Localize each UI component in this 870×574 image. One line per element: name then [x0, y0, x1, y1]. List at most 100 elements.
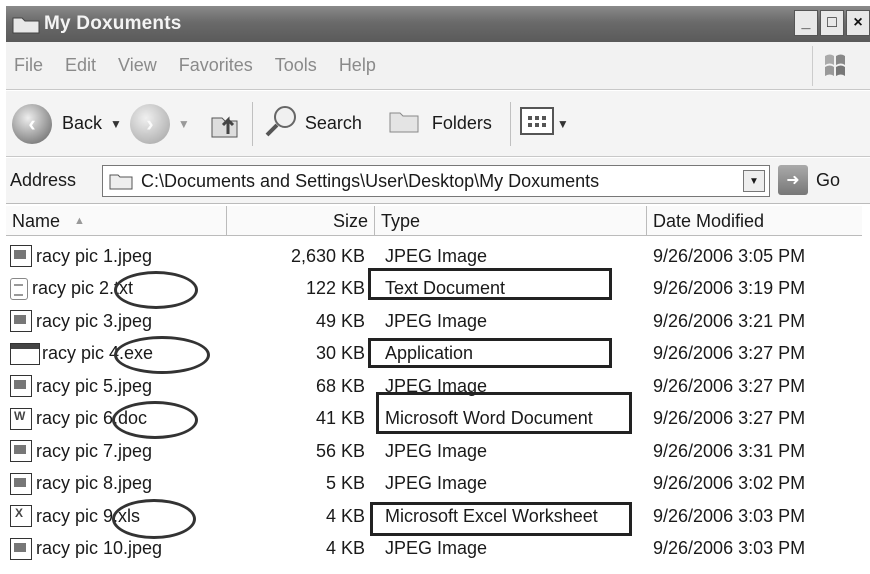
file-type: JPEG Image — [385, 473, 488, 494]
excel-file-icon — [10, 505, 32, 528]
file-date: 9/26/2006 3:27 PM — [653, 408, 806, 429]
column-name-label: Name — [12, 210, 61, 231]
column-date-modified[interactable]: Date Modified — [647, 206, 862, 236]
back-arrow-icon: ‹ — [12, 103, 52, 144]
views-button[interactable]: ▼ — [519, 105, 577, 142]
file-name: racy pic 8.jpeg — [36, 473, 153, 494]
file-type: JPEG Image — [385, 440, 488, 461]
file-row[interactable]: racy pic 10.jpeg 4 KB JPEG Image 9/26/20… — [6, 533, 862, 566]
column-header: Name ▲ Size Type Date Modified — [6, 206, 862, 236]
file-name: racy pic 3.jpeg — [36, 310, 153, 331]
word-file-icon — [10, 407, 32, 430]
file-type: JPEG Image — [385, 538, 488, 559]
image-file-icon — [10, 440, 32, 463]
forward-dropdown-icon[interactable]: ▼ — [178, 117, 190, 131]
file-size: 122 KB — [305, 278, 365, 299]
image-file-icon — [10, 472, 32, 495]
window-controls: _ □ × — [794, 10, 870, 36]
file-size: 2,630 KB — [290, 245, 365, 266]
text-file-icon — [10, 277, 28, 300]
forward-arrow-icon[interactable]: › — [129, 103, 170, 144]
menu-tools[interactable]: Tools — [275, 55, 317, 76]
back-button[interactable]: ‹ Back — [12, 103, 103, 144]
file-date: 9/26/2006 3:19 PM — [653, 278, 806, 299]
file-size: 30 KB — [315, 343, 365, 364]
file-date: 9/26/2006 3:31 PM — [653, 440, 806, 461]
menu-view[interactable]: View — [118, 55, 157, 76]
windows-logo-icon — [812, 46, 856, 86]
search-icon — [261, 101, 301, 146]
window-title: My Doxuments — [44, 13, 182, 34]
column-size[interactable]: Size — [227, 206, 375, 236]
annotation-rectangle — [376, 392, 632, 434]
views-icon — [519, 105, 555, 142]
annotation-rectangle — [368, 268, 612, 300]
column-type-label: Type — [381, 210, 421, 231]
file-type: JPEG Image — [385, 310, 488, 331]
annotation-rectangle — [368, 338, 612, 368]
sort-ascending-icon: ▲ — [74, 215, 85, 227]
address-input[interactable]: C:\Documents and Settings\User\Desktop\M… — [102, 165, 770, 197]
file-name: racy pic 1.jpeg — [36, 245, 153, 266]
annotation-ellipse — [114, 336, 210, 374]
title-bar: My Doxuments _ □ × — [6, 6, 870, 42]
file-size: 41 KB — [315, 408, 365, 429]
image-file-icon — [10, 310, 32, 333]
annotation-ellipse — [112, 401, 198, 439]
search-button[interactable]: Search — [261, 101, 362, 146]
address-label: Address — [10, 170, 77, 190]
file-row[interactable]: racy pic 7.jpeg 56 KB JPEG Image 9/26/20… — [6, 435, 862, 468]
close-button[interactable]: × — [846, 10, 870, 36]
file-type: JPEG Image — [385, 245, 488, 266]
annotation-rectangle — [370, 502, 632, 536]
file-date: 9/26/2006 3:27 PM — [653, 343, 806, 364]
column-type[interactable]: Type — [375, 206, 647, 236]
folders-icon — [384, 101, 424, 146]
file-date: 9/26/2006 3:03 PM — [653, 538, 806, 559]
annotation-ellipse — [114, 271, 198, 309]
file-name: racy pic 10.jpeg — [36, 538, 163, 559]
column-size-label: Size — [332, 210, 368, 231]
menu-bar: File Edit View Favorites Tools Help — [6, 42, 870, 90]
menu-edit[interactable]: Edit — [65, 55, 96, 76]
maximize-button[interactable]: □ — [820, 10, 844, 36]
menu-favorites[interactable]: Favorites — [179, 55, 253, 76]
file-row[interactable]: racy pic 3.jpeg 49 KB JPEG Image 9/26/20… — [6, 305, 862, 338]
image-file-icon — [10, 375, 32, 398]
file-name: racy pic 7.jpeg — [36, 440, 153, 461]
image-file-icon — [10, 537, 32, 560]
toolbar: ‹ Back ▼ › ▼ Search Folders ▼ — [6, 91, 870, 157]
go-arrow-icon: ➜ — [778, 165, 808, 195]
file-date: 9/26/2006 3:05 PM — [653, 245, 806, 266]
file-size: 49 KB — [315, 310, 365, 331]
menu-file[interactable]: File — [14, 55, 43, 76]
address-dropdown-icon[interactable]: ▼ — [743, 170, 765, 192]
toolbar-divider — [509, 101, 511, 146]
folders-button[interactable]: Folders — [384, 101, 492, 146]
annotation-ellipse — [112, 499, 196, 539]
views-dropdown-icon: ▼ — [556, 116, 569, 131]
column-name[interactable]: Name ▲ — [6, 206, 227, 236]
image-file-icon — [10, 245, 32, 268]
back-label: Back — [62, 113, 103, 133]
file-size: 68 KB — [315, 375, 365, 396]
file-row[interactable]: racy pic 8.jpeg 5 KB JPEG Image 9/26/200… — [6, 468, 862, 501]
folder-icon — [109, 172, 133, 190]
file-date: 9/26/2006 3:03 PM — [653, 505, 806, 526]
column-date-label: Date Modified — [653, 210, 765, 231]
file-date: 9/26/2006 3:27 PM — [653, 375, 806, 396]
go-button[interactable]: ➜ Go — [778, 165, 840, 195]
back-dropdown-icon[interactable]: ▼ — [110, 117, 122, 131]
search-label: Search — [304, 113, 362, 133]
file-date: 9/26/2006 3:02 PM — [653, 473, 806, 494]
address-value: C:\Documents and Settings\User\Desktop\M… — [141, 170, 600, 191]
file-size: 56 KB — [315, 440, 365, 461]
file-size: 4 KB — [325, 505, 365, 526]
toolbar-divider — [251, 101, 253, 146]
up-folder-icon[interactable] — [204, 104, 244, 144]
menu-help[interactable]: Help — [339, 55, 376, 76]
address-bar: Address C:\Documents and Settings\User\D… — [6, 158, 870, 204]
file-name: racy pic 5.jpeg — [36, 375, 153, 396]
folders-label: Folders — [431, 113, 492, 133]
minimize-button[interactable]: _ — [794, 10, 818, 36]
